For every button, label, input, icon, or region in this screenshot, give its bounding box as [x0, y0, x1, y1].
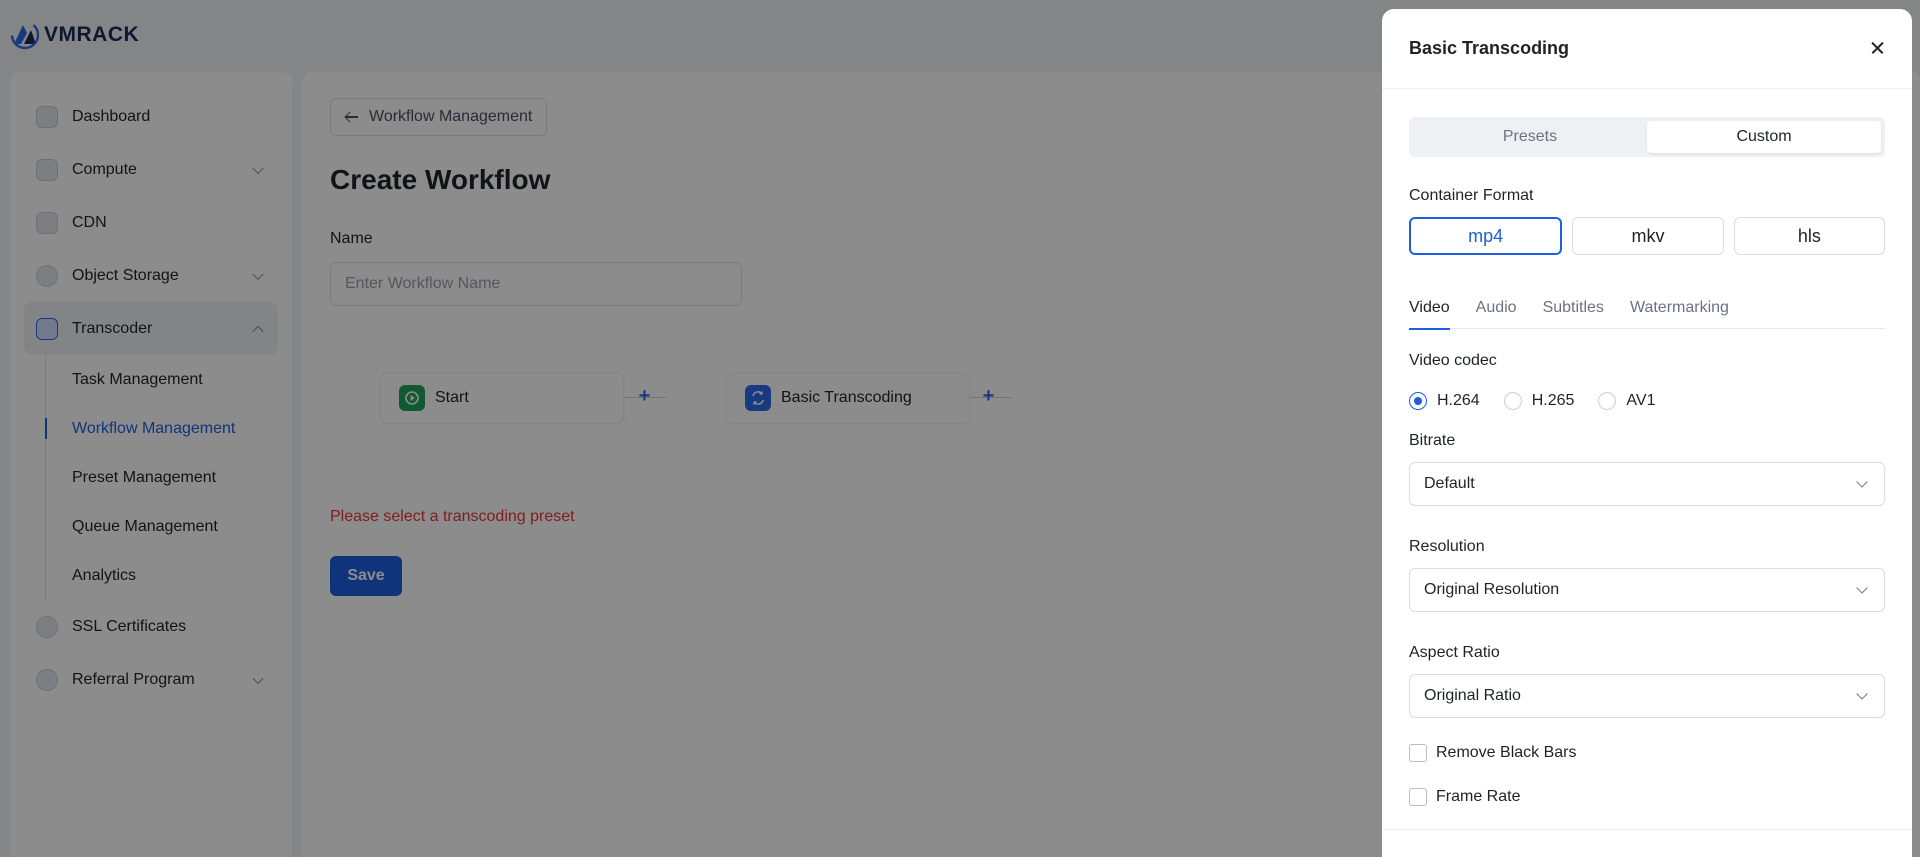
- radio-h264[interactable]: H.264: [1409, 392, 1480, 410]
- frame-rate-checkbox[interactable]: Frame Rate: [1409, 788, 1520, 806]
- radio-indicator: [1598, 392, 1617, 410]
- checkbox-label: Remove Black Bars: [1436, 744, 1577, 761]
- radio-indicator: [1503, 392, 1522, 410]
- tab-audio[interactable]: Audio: [1476, 291, 1517, 329]
- format-option-mp4[interactable]: mp4: [1409, 217, 1563, 255]
- container-format-label: Container Format: [1409, 187, 1534, 204]
- settings-tabs: Video Audio Subtitles Watermarking: [1409, 291, 1885, 330]
- chevron-down-icon: [1856, 688, 1868, 700]
- basic-transcoding-drawer: Basic Transcoding Presets Custom Contain…: [1382, 9, 1912, 857]
- drawer-title: Basic Transcoding: [1409, 38, 1570, 58]
- video-codec-radio-group: H.264 H.265 AV1: [1409, 390, 1679, 412]
- checkbox-label: Frame Rate: [1436, 788, 1521, 805]
- chevron-down-icon: [1856, 476, 1868, 488]
- mode-segmented-control: Presets Custom: [1409, 117, 1885, 157]
- bitrate-label: Bitrate: [1409, 432, 1456, 449]
- radio-label: H.264: [1437, 392, 1480, 409]
- aspect-ratio-select[interactable]: Original Ratio: [1409, 674, 1885, 718]
- chevron-down-icon: [1856, 582, 1868, 594]
- radio-h265[interactable]: H.265: [1503, 392, 1575, 410]
- checkbox-indicator: [1409, 788, 1427, 806]
- remove-black-bars-checkbox[interactable]: Remove Black Bars: [1409, 744, 1577, 762]
- close-icon[interactable]: [1866, 36, 1890, 60]
- video-codec-label: Video codec: [1409, 352, 1497, 369]
- tab-presets[interactable]: Presets: [1413, 121, 1647, 153]
- resolution-label: Resolution: [1409, 538, 1485, 555]
- aspect-ratio-label: Aspect Ratio: [1409, 644, 1500, 661]
- bitrate-select[interactable]: Default: [1409, 462, 1885, 506]
- checkbox-indicator: [1409, 744, 1427, 762]
- tab-custom[interactable]: Custom: [1647, 121, 1881, 153]
- select-value: Original Resolution: [1424, 581, 1560, 598]
- drawer-header: Basic Transcoding: [1382, 9, 1912, 89]
- tab-video[interactable]: Video: [1409, 291, 1450, 330]
- radio-indicator: [1409, 392, 1427, 410]
- radio-av1[interactable]: AV1: [1598, 392, 1655, 410]
- radio-label: H.265: [1531, 392, 1575, 409]
- drawer-divider: [1382, 829, 1912, 830]
- tab-subtitles[interactable]: Subtitles: [1543, 291, 1604, 329]
- select-value: Default: [1424, 475, 1475, 492]
- resolution-select[interactable]: Original Resolution: [1409, 568, 1885, 612]
- radio-label: AV1: [1626, 392, 1656, 409]
- format-option-hls[interactable]: hls: [1733, 217, 1885, 255]
- tab-watermarking[interactable]: Watermarking: [1630, 291, 1729, 329]
- container-format-options: mp4 mkv hls: [1409, 217, 1885, 255]
- select-value: Original Ratio: [1424, 687, 1521, 704]
- format-option-mkv[interactable]: mkv: [1572, 217, 1724, 255]
